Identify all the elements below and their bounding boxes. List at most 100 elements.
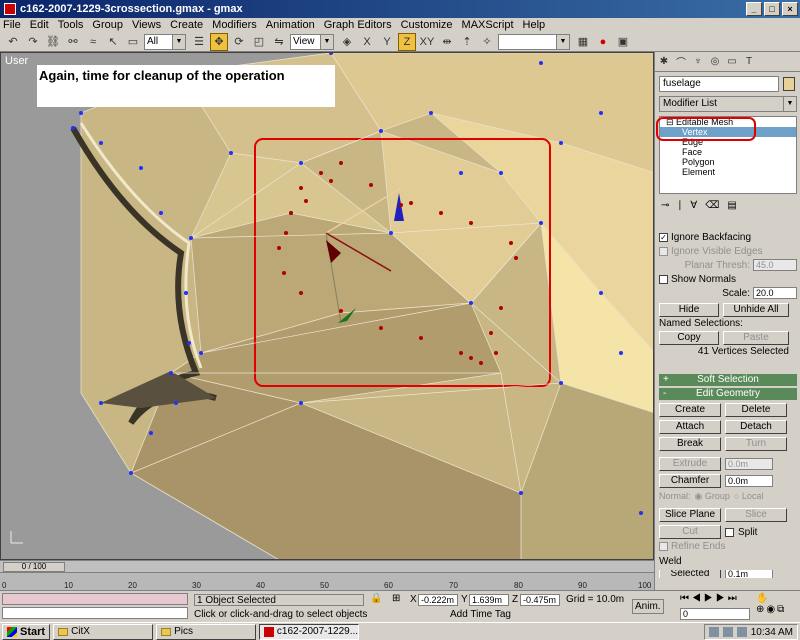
- selected-vertex-point[interactable]: [319, 171, 323, 175]
- select-and-scale-icon[interactable]: ◰: [250, 33, 268, 51]
- attach-button[interactable]: Attach: [659, 420, 721, 434]
- vertex-point[interactable]: [619, 351, 623, 355]
- vertex-point[interactable]: [539, 221, 543, 225]
- menu-file[interactable]: File: [3, 19, 21, 31]
- configure-modifier-sets-icon[interactable]: ▤: [727, 200, 736, 211]
- tray-icon[interactable]: [736, 627, 747, 637]
- vertex-point[interactable]: [429, 111, 433, 115]
- viewport-navigation-icons[interactable]: ✋⊕◉⧉: [756, 593, 800, 615]
- vertex-point[interactable]: [129, 471, 133, 475]
- selected-vertex-point[interactable]: [489, 331, 493, 335]
- ignore-backfacing-checkbox[interactable]: ✓: [659, 232, 668, 242]
- vertex-point[interactable]: [379, 129, 383, 133]
- tray-icon[interactable]: [722, 627, 733, 637]
- delete-button[interactable]: Delete: [725, 403, 787, 417]
- user-viewport[interactable]: User Again, time for cleanup of the oper…: [0, 52, 654, 560]
- lock-selection-icon[interactable]: 🔒: [370, 593, 382, 604]
- restrict-z-icon[interactable]: Z: [398, 32, 416, 51]
- minimize-button[interactable]: _: [746, 2, 762, 16]
- extrude-button[interactable]: Extrude: [659, 457, 721, 471]
- chamfer-button[interactable]: Chamfer: [659, 474, 721, 488]
- modifier-list-select[interactable]: Modifier List: [659, 96, 797, 112]
- start-button[interactable]: Start: [2, 623, 51, 640]
- selected-vertex-point[interactable]: [277, 246, 281, 250]
- vertex-point[interactable]: [149, 431, 153, 435]
- hierarchy-tab-icon[interactable]: ♆: [691, 55, 705, 69]
- unhide-all-button[interactable]: Unhide All: [723, 303, 789, 317]
- stack-item-element[interactable]: Element: [660, 167, 796, 177]
- weld-threshold-spinner[interactable]: 0.1m: [725, 570, 773, 578]
- y-coord-field[interactable]: 1.639m: [469, 594, 509, 606]
- pin-stack-icon[interactable]: ⊸: [661, 200, 669, 211]
- time-slider-track[interactable]: 0 / 100: [0, 560, 654, 572]
- selected-vertex-point[interactable]: [459, 351, 463, 355]
- align-icon[interactable]: ⇹: [438, 33, 456, 51]
- vertex-point[interactable]: [187, 341, 191, 345]
- vertex-point[interactable]: [639, 511, 643, 515]
- select-and-move-icon[interactable]: ✥: [210, 32, 228, 51]
- selected-vertex-point[interactable]: [479, 361, 483, 365]
- selected-vertex-point[interactable]: [299, 291, 303, 295]
- taskbar-item-citx[interactable]: CitX: [53, 623, 154, 640]
- vertex-point[interactable]: [299, 401, 303, 405]
- vertex-point[interactable]: [559, 141, 563, 145]
- close-button[interactable]: ×: [782, 2, 798, 16]
- vertex-point[interactable]: [469, 301, 473, 305]
- selected-vertex-point[interactable]: [514, 256, 518, 260]
- extrude-spinner[interactable]: 0.0m: [725, 458, 773, 470]
- split-checkbox[interactable]: [725, 527, 734, 537]
- quick-render-icon[interactable]: ▣: [614, 33, 632, 51]
- selected-vertex-point[interactable]: [304, 199, 308, 203]
- vertex-point[interactable]: [229, 151, 233, 155]
- vertex-point[interactable]: [539, 61, 543, 65]
- link-icon[interactable]: ⛓: [44, 33, 62, 51]
- x-coord-field[interactable]: -0.222m: [418, 594, 458, 606]
- motion-tab-icon[interactable]: ◎: [708, 55, 722, 69]
- display-tab-icon[interactable]: ▭: [725, 55, 739, 69]
- slice-plane-button[interactable]: Slice Plane: [659, 508, 721, 522]
- cut-button[interactable]: Cut: [659, 525, 721, 539]
- copy-button[interactable]: Copy: [659, 331, 719, 345]
- selected-vertex-point[interactable]: [469, 221, 473, 225]
- refine-ends-checkbox[interactable]: [659, 542, 668, 551]
- vertex-point[interactable]: [99, 141, 103, 145]
- detach-button[interactable]: Detach: [725, 420, 787, 434]
- selected-vertex-point[interactable]: [339, 161, 343, 165]
- menu-graph-editors[interactable]: Graph Editors: [324, 19, 392, 31]
- vertex-point[interactable]: [174, 401, 178, 405]
- taskbar-item-pics[interactable]: Pics: [156, 623, 257, 640]
- paste-button[interactable]: Paste: [723, 331, 789, 345]
- utilities-tab-icon[interactable]: T: [742, 55, 756, 69]
- taskbar-item-gmax[interactable]: c162-2007-1229...: [259, 623, 360, 640]
- restrict-xy-icon[interactable]: XY: [418, 33, 436, 51]
- menu-views[interactable]: Views: [132, 19, 161, 31]
- vertex-point[interactable]: [599, 111, 603, 115]
- menu-group[interactable]: Group: [92, 19, 123, 31]
- playback-controls[interactable]: ⏮◀▶▶⏭: [680, 593, 740, 604]
- create-button[interactable]: Create: [659, 403, 721, 417]
- region-select-icon[interactable]: ▭: [124, 33, 142, 51]
- animate-button[interactable]: Anim.: [632, 599, 664, 614]
- scale-spinner[interactable]: 20.0: [753, 287, 797, 299]
- vertex-point[interactable]: [99, 401, 103, 405]
- turn-button[interactable]: Turn: [725, 437, 787, 451]
- vertex-point[interactable]: [189, 236, 193, 240]
- menu-create[interactable]: Create: [170, 19, 203, 31]
- viewport-label[interactable]: User: [5, 55, 28, 67]
- reference-coordinate-select[interactable]: View: [290, 33, 334, 50]
- create-tab-icon[interactable]: ✱: [657, 55, 671, 69]
- selected-vertex-point[interactable]: [282, 271, 286, 275]
- selected-vertex-point[interactable]: [339, 309, 343, 313]
- menu-maxscript[interactable]: MAXScript: [462, 19, 514, 31]
- tray-icon[interactable]: [708, 627, 719, 637]
- restrict-x-icon[interactable]: X: [358, 33, 376, 51]
- mesh-canvas[interactable]: [1, 53, 654, 560]
- selected-vertex-point[interactable]: [284, 231, 288, 235]
- ignore-visible-edges-checkbox[interactable]: [659, 246, 668, 256]
- selected-vertex-point[interactable]: [369, 183, 373, 187]
- vertex-point[interactable]: [559, 381, 563, 385]
- local-radio[interactable]: ○ Local: [734, 491, 763, 501]
- refine-ends-row[interactable]: Refine Ends: [659, 541, 797, 552]
- bind-space-warp-icon[interactable]: ≈: [84, 33, 102, 51]
- show-end-result-icon[interactable]: ∣: [677, 200, 682, 211]
